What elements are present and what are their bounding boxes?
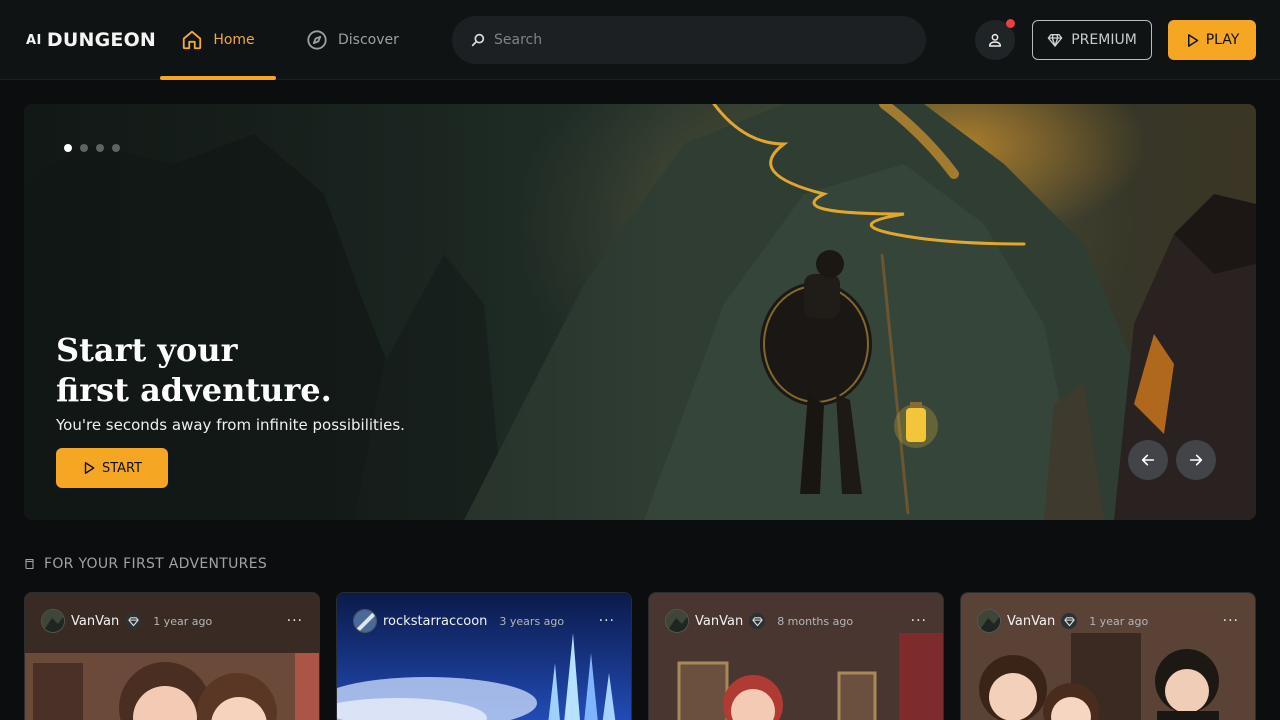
start-button[interactable]: START	[56, 448, 168, 488]
card-username[interactable]: rockstarraccoon	[383, 614, 487, 629]
nav-home-label: Home	[213, 32, 255, 48]
avatar[interactable]	[353, 609, 377, 633]
nav-home[interactable]: Home	[160, 0, 276, 80]
top-bar: AI DUNGEON Home Discover PREMIUM	[0, 0, 1280, 80]
more-icon[interactable]: ···	[287, 613, 303, 629]
carousel-dot[interactable]	[96, 144, 104, 152]
card-timestamp: 1 year ago	[153, 614, 213, 628]
card-header: rockstarraccoon 3 years ago ···	[353, 609, 615, 633]
card-timestamp: 8 months ago	[777, 614, 854, 628]
logo[interactable]: AI DUNGEON	[26, 28, 156, 52]
carousel-dot[interactable]	[112, 144, 120, 152]
carousel-prev-button[interactable]	[1128, 440, 1168, 480]
hero-title-line2: first adventure.	[56, 371, 332, 409]
hero-banner[interactable]: Start your first adventure. You're secon…	[24, 104, 1256, 520]
play-icon	[1187, 33, 1198, 47]
hero-title-line1: Start your	[56, 331, 238, 369]
play-button[interactable]: PLAY	[1168, 20, 1256, 60]
card-username[interactable]: VanVan	[1007, 614, 1055, 629]
arrow-left-icon	[1141, 454, 1155, 466]
carousel-next-button[interactable]	[1176, 440, 1216, 480]
section-title: FOR YOUR FIRST ADVENTURES	[44, 556, 268, 572]
adventure-card[interactable]: rockstarraccoon 3 years ago ···	[336, 592, 632, 720]
card-username[interactable]: VanVan	[71, 614, 119, 629]
carousel-dot[interactable]	[64, 144, 72, 152]
more-icon[interactable]: ···	[1223, 613, 1239, 629]
search-icon	[471, 33, 485, 47]
card-header: VanVan 8 months ago ···	[665, 609, 927, 633]
logo-prefix: AI	[26, 32, 42, 48]
adventure-card[interactable]: VanVan 8 months ago ···	[648, 592, 944, 720]
card-header: VanVan 1 year ago ···	[977, 609, 1239, 633]
premium-label: PREMIUM	[1071, 32, 1137, 48]
user-icon	[988, 33, 1002, 47]
more-icon[interactable]: ···	[911, 613, 927, 629]
search-bar[interactable]	[452, 16, 926, 64]
diamond-icon	[1061, 613, 1078, 629]
nav-discover[interactable]: Discover	[306, 0, 399, 80]
start-label: START	[101, 460, 143, 476]
compass-icon	[307, 30, 327, 50]
play-icon	[84, 462, 95, 474]
card-header: VanVan 1 year ago ···	[41, 609, 303, 633]
card-timestamp: 3 years ago	[499, 614, 565, 628]
hero-subtitle: You're seconds away from infinite possib…	[56, 416, 405, 434]
nav-discover-label: Discover	[338, 32, 399, 48]
adventure-card[interactable]: VanVan 1 year ago ···	[24, 592, 320, 720]
diamond-icon	[1047, 34, 1063, 47]
diamond-icon	[125, 613, 142, 629]
arrow-right-icon	[1189, 454, 1203, 466]
premium-button[interactable]: PREMIUM	[1032, 20, 1152, 60]
search-input[interactable]	[494, 32, 894, 48]
hero-title: Start your first adventure.	[56, 330, 456, 410]
more-icon[interactable]: ···	[599, 613, 615, 629]
card-timestamp: 1 year ago	[1089, 614, 1149, 628]
home-icon	[183, 30, 202, 50]
play-label: PLAY	[1205, 32, 1240, 48]
avatar[interactable]	[41, 609, 65, 633]
avatar[interactable]	[665, 609, 689, 633]
notification-dot	[1006, 19, 1015, 28]
carousel-indicators	[64, 144, 120, 152]
diamond-icon	[749, 613, 766, 629]
adventure-card[interactable]: VanVan 1 year ago ···	[960, 592, 1256, 720]
section-header: FOR YOUR FIRST ADVENTURES	[24, 556, 267, 572]
scroll-icon	[25, 558, 34, 570]
card-username[interactable]: VanVan	[695, 614, 743, 629]
avatar[interactable]	[977, 609, 1001, 633]
logo-name: DUNGEON	[46, 29, 157, 51]
carousel-dot[interactable]	[80, 144, 88, 152]
